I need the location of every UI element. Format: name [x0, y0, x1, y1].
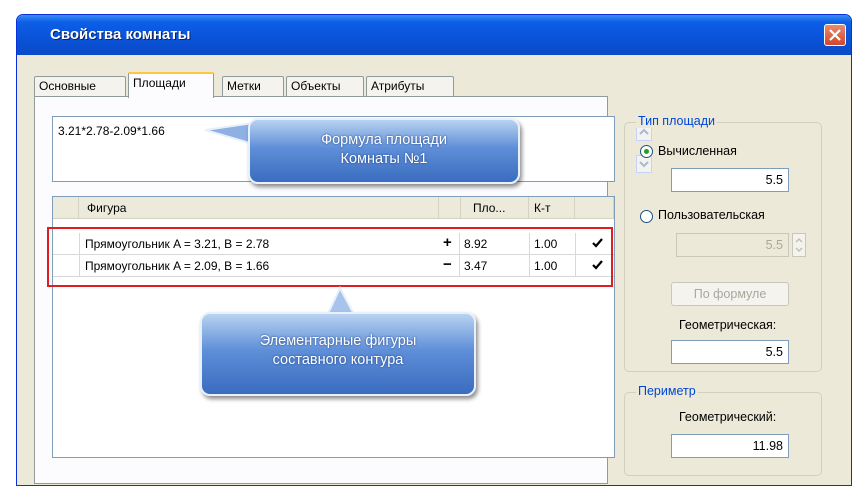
header-empty — [53, 197, 79, 219]
window-title: Свойства комнаты — [50, 26, 191, 43]
calculated-label: Вычисленная — [658, 144, 737, 158]
close-button[interactable] — [824, 24, 846, 46]
header-check — [575, 197, 614, 219]
geometric-perimeter-field: 11.98 — [671, 434, 789, 458]
header-coef[interactable]: К-т — [529, 197, 575, 219]
tab-objects[interactable]: Объекты — [286, 76, 364, 96]
tab-general[interactable]: Основные — [34, 76, 126, 96]
geometric-area-field: 5.5 — [671, 340, 789, 364]
calculated-area-field: 5.5 — [671, 168, 789, 192]
callout-line: Комнаты №1 — [340, 151, 428, 167]
title-bar[interactable]: Свойства комнаты — [17, 15, 851, 55]
custom-area-spinner[interactable] — [792, 233, 806, 257]
close-icon — [829, 29, 841, 41]
tab-marks[interactable]: Метки — [222, 76, 284, 96]
area-type-title: Тип площади — [636, 114, 717, 128]
figures-callout: Элементарные фигуры составного контура — [200, 312, 476, 396]
callout-line: Элементарные фигуры — [259, 333, 417, 349]
spinner-arrows-icon — [795, 237, 803, 253]
geometric-perimeter-label: Геометрический: — [679, 410, 777, 424]
perimeter-title: Периметр — [636, 384, 698, 398]
custom-label: Пользовательская — [658, 208, 765, 222]
by-formula-button[interactable]: По формуле — [671, 282, 789, 306]
geometric-area-label: Геометрическая: — [679, 318, 777, 332]
custom-area-field[interactable]: 5.5 — [676, 233, 789, 257]
header-figure[interactable]: Фигура — [79, 197, 439, 219]
header-sign — [439, 197, 461, 219]
formula-text: 3.21*2.78-2.09*1.66 — [58, 124, 165, 138]
tab-attributes[interactable]: Атрибуты — [366, 76, 454, 96]
tab-areas[interactable]: Площади — [128, 72, 214, 98]
custom-radio[interactable] — [640, 210, 653, 223]
figures-highlight-box — [47, 227, 613, 287]
formula-callout: Формула площади Комнаты №1 — [248, 118, 520, 184]
calculated-radio[interactable] — [640, 145, 653, 158]
callout-line: Формула площади — [321, 132, 447, 148]
callout-line: составного контура — [272, 352, 404, 368]
header-area[interactable]: Пло... — [461, 197, 529, 219]
